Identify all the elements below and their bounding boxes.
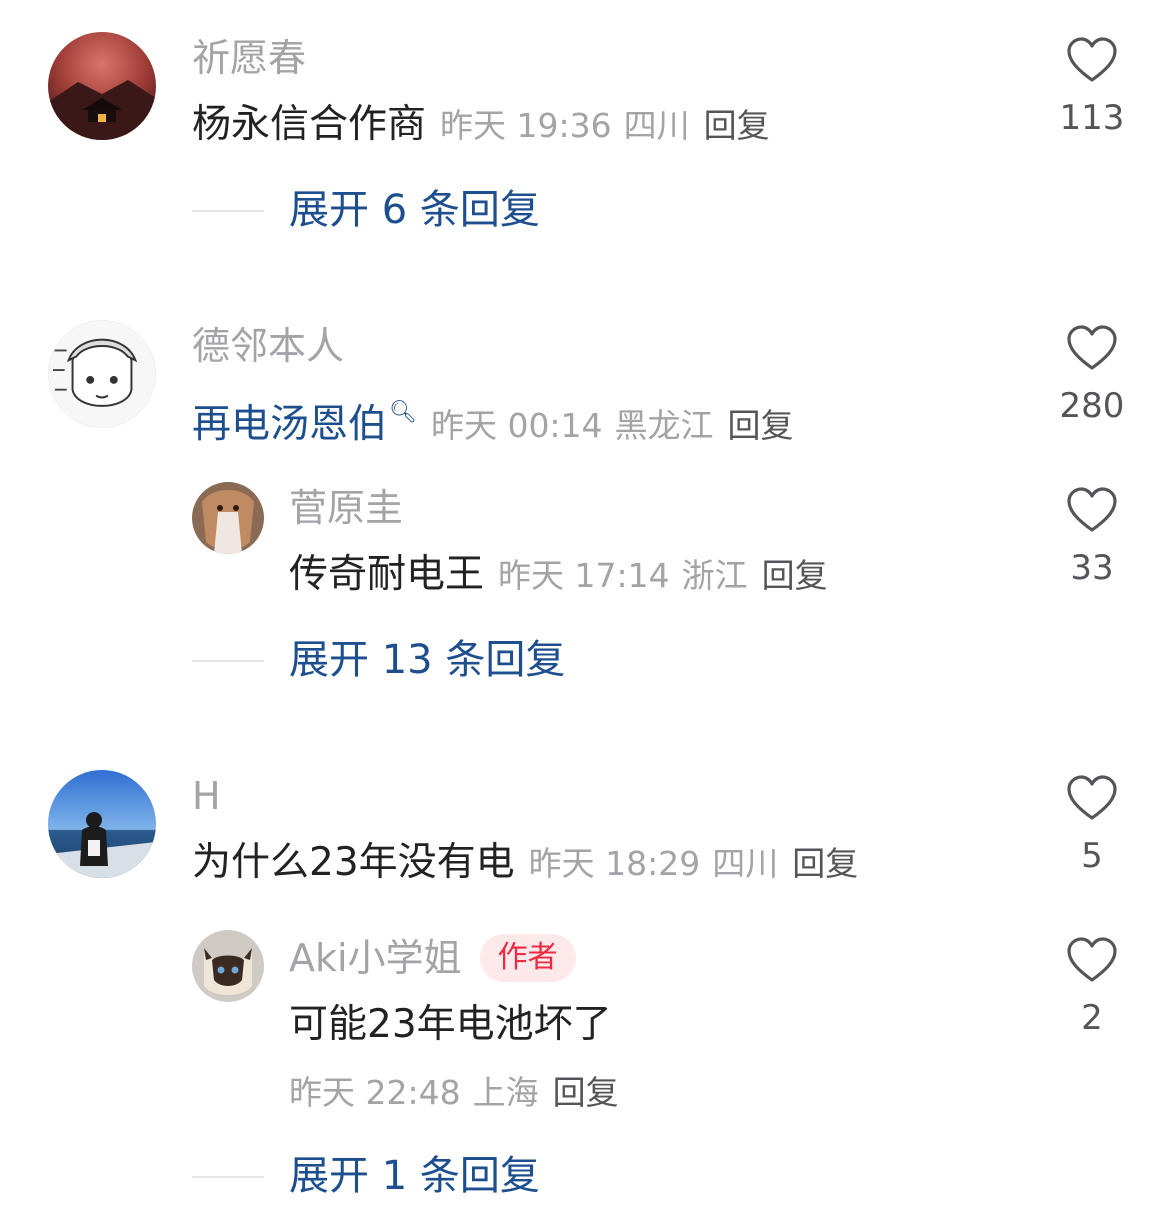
comment-location: 四川 — [712, 844, 779, 883]
comment-line: 杨永信合作商 昨天 19:36 四川 回复 — [192, 100, 770, 157]
username[interactable]: 德邻本人 — [192, 322, 344, 370]
heart-icon — [1067, 775, 1117, 820]
avatar-image — [192, 482, 264, 554]
username[interactable]: 祈愿春 — [192, 34, 306, 82]
avatar-image — [48, 32, 156, 140]
reply-button[interactable]: 回复 — [728, 406, 794, 445]
like-button[interactable]: 2 — [1042, 936, 1142, 1038]
comment-line: 为什么23年没有电 昨天 18:29 四川 回复 — [192, 838, 858, 895]
divider — [192, 1176, 264, 1178]
avatar[interactable] — [48, 32, 156, 140]
avatar[interactable] — [48, 320, 156, 428]
avatar-image — [48, 770, 156, 878]
heart-icon — [1067, 487, 1117, 532]
divider — [192, 210, 264, 212]
comment-line: 可能23年电池坏了 — [289, 1000, 612, 1057]
comment-text: 可能23年电池坏了 — [289, 1002, 612, 1047]
reply-button[interactable]: 回复 — [792, 844, 858, 883]
reply-button[interactable]: 回复 — [704, 106, 770, 145]
heart-icon — [1067, 37, 1117, 82]
expand-replies-label: 展开 6 条回复 — [289, 187, 540, 233]
like-button[interactable]: 5 — [1042, 774, 1142, 876]
heart-icon — [1067, 937, 1117, 982]
heart-icon — [1067, 325, 1117, 370]
avatar-image — [49, 321, 155, 427]
comment-time: 昨天 22:48 — [289, 1073, 461, 1112]
comment-text: 传奇耐电王 — [289, 552, 485, 597]
comment-line: 再电汤恩伯🔍︎ 昨天 00:14 黑龙江 回复 — [192, 388, 794, 457]
username-row: Aki小学姐 作者 — [289, 934, 576, 982]
reply-button[interactable]: 回复 — [762, 556, 828, 595]
like-button[interactable]: 280 — [1042, 324, 1142, 426]
comment-text: 再电汤恩伯 — [192, 402, 388, 447]
comment-text: 为什么23年没有电 — [192, 840, 515, 885]
comment-location: 四川 — [623, 106, 690, 145]
comment-time: 昨天 17:14 — [498, 556, 670, 595]
avatar[interactable] — [192, 930, 264, 1002]
avatar-image — [192, 930, 264, 1002]
username[interactable]: 菅原圭 — [289, 484, 403, 532]
avatar[interactable] — [192, 482, 264, 554]
comment-location: 浙江 — [681, 556, 748, 595]
username[interactable]: Aki小学姐 — [289, 936, 462, 980]
reply-button[interactable]: 回复 — [553, 1073, 619, 1112]
username[interactable]: H — [192, 772, 221, 820]
like-count: 113 — [1059, 98, 1125, 138]
search-icon: 🔍︎ — [389, 400, 417, 425]
expand-replies-label: 展开 1 条回复 — [289, 1153, 540, 1199]
comment-time: 昨天 18:29 — [528, 844, 701, 883]
like-count: 2 — [1081, 998, 1103, 1038]
comment-text: 杨永信合作商 — [192, 102, 427, 147]
like-button[interactable]: 33 — [1042, 486, 1142, 588]
expand-replies-label: 展开 13 条回复 — [289, 637, 566, 683]
comment-time: 昨天 19:36 — [440, 106, 612, 145]
author-badge: 作者 — [479, 934, 576, 982]
comment-location: 黑龙江 — [614, 406, 714, 445]
divider — [192, 660, 264, 662]
avatar[interactable] — [48, 770, 156, 878]
like-button[interactable]: 113 — [1042, 36, 1142, 138]
like-count: 5 — [1081, 836, 1103, 876]
comment-location: 上海 — [472, 1073, 539, 1112]
comment-meta-line: 昨天 22:48 上海 回复 — [289, 1068, 619, 1124]
comment-line: 传奇耐电王 昨天 17:14 浙江 回复 — [289, 550, 828, 607]
comment-time: 昨天 00:14 — [430, 406, 603, 445]
like-count: 33 — [1070, 548, 1114, 588]
like-count: 280 — [1059, 386, 1125, 426]
